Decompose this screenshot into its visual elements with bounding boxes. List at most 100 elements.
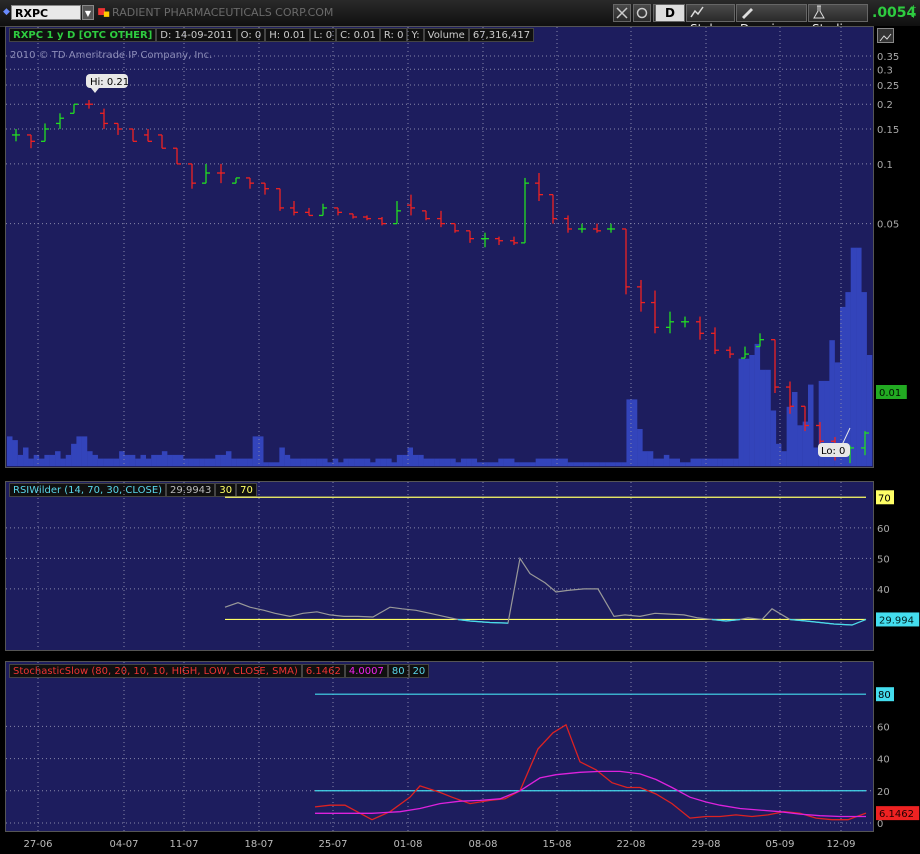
x-tick-label: 27-06 [23, 839, 52, 850]
volume-bar [241, 458, 248, 466]
ohlc-bar [696, 316, 704, 340]
volume-bar [733, 458, 739, 466]
price-last-label-group: 0.01 [876, 385, 907, 399]
volume-bar [76, 436, 82, 466]
volume-bar [135, 458, 141, 466]
volume-bar [444, 458, 451, 466]
volume-bar [642, 451, 648, 466]
volume-bar [850, 247, 857, 466]
ohlc-bar [144, 128, 152, 142]
volume-bar [727, 458, 734, 466]
volume-bar [594, 462, 600, 466]
volume-bar [583, 462, 590, 466]
volume-bar [12, 440, 18, 466]
ohlc-bar [305, 207, 313, 217]
stochastic-d-line [315, 770, 866, 818]
ohlc-bar [726, 346, 734, 359]
volume-bar [322, 458, 328, 466]
ohlc-bar [622, 228, 630, 295]
ohlc-bar [495, 236, 503, 246]
ohlc-bar [741, 346, 749, 359]
ohlc-bar [451, 222, 459, 233]
hi-annotation: Hi: 0.21 [90, 77, 129, 88]
volume-bar [380, 458, 387, 466]
x-tick-label: 29-08 [691, 839, 720, 850]
x-tick-label: 04-07 [109, 839, 138, 850]
volume-bar [589, 462, 595, 466]
volume-bar [866, 355, 873, 466]
volume-bar [231, 458, 237, 466]
x-tick-label: 11-07 [169, 839, 198, 850]
volume-bar [450, 458, 456, 466]
volume-bar [706, 458, 713, 466]
volume-bar [92, 454, 98, 466]
stochastic-last-label-group: 6.1462 [876, 806, 920, 821]
ohlc-bar [114, 122, 122, 135]
volume-bar [599, 462, 606, 466]
ohlc-bar [129, 128, 137, 142]
volume-bar [274, 462, 280, 466]
volume-bar [300, 458, 307, 466]
volume-bar [402, 454, 408, 466]
volume-bar [279, 447, 285, 466]
volume-bar [455, 462, 462, 466]
ohlc-bar [422, 210, 430, 221]
volume-bar [359, 458, 365, 466]
ohlc-bar [637, 279, 645, 312]
volume-bar [263, 462, 269, 466]
volume-bar [391, 462, 397, 466]
volume-bar [498, 458, 504, 466]
volume-bar [439, 458, 446, 466]
volume-bar [743, 358, 750, 466]
stochastic-y-tick-label: 40 [877, 755, 890, 766]
volume-bar [151, 454, 157, 466]
volume-bar [23, 447, 29, 466]
volume-bar [215, 454, 221, 466]
volume-bar [770, 410, 777, 466]
volume-bar [284, 454, 291, 466]
volume-bar [161, 451, 168, 466]
volume-bar [711, 458, 718, 466]
volume-bar [615, 462, 622, 466]
volume-bar [471, 458, 478, 466]
volume-bar [145, 458, 152, 466]
ohlc-bar [246, 177, 254, 189]
volume-bar [55, 451, 61, 466]
volume-bar [679, 462, 686, 466]
rsi-last-label: 29.994 [879, 615, 914, 626]
ohlc-bar [666, 311, 674, 334]
volume-bar [193, 458, 200, 466]
volume-bar [177, 454, 184, 466]
volume-bar [28, 458, 34, 466]
volume-bar [140, 454, 146, 466]
volume-bar [364, 458, 371, 466]
volume-bar [669, 458, 675, 466]
volume-bar [492, 462, 499, 466]
chart-canvas: 27-06 04-07 11-07 18-07 25-07 01-08 08-08 15-08… [6, 27, 920, 850]
x-tick-label: 15-08 [542, 839, 571, 850]
volume-bar [225, 451, 232, 466]
volume-bar [514, 462, 520, 466]
ohlc-bar [771, 339, 779, 394]
volume-bar [418, 454, 424, 466]
volume-bar [209, 458, 216, 466]
volume-bar [647, 451, 654, 466]
volume-bar [482, 462, 488, 466]
volume-bar [546, 458, 552, 466]
volume-bar [653, 458, 659, 466]
volume-bar [685, 462, 691, 466]
rsi-line [224, 556, 867, 626]
stochastic-y-tick-label: 20 [877, 787, 890, 798]
volume-bar [578, 462, 584, 466]
ohlc-bar [378, 217, 386, 226]
volume-bar [236, 458, 243, 466]
lo-annotation: Lo: 0 [821, 446, 845, 457]
volume-bar [332, 458, 339, 466]
volume-bar [428, 458, 435, 466]
x-tick-label: 12-09 [826, 839, 855, 850]
volume-bar [861, 292, 867, 466]
ohlc-bar [521, 177, 529, 244]
ohlc-bar [232, 177, 240, 184]
volume-bar [268, 462, 275, 466]
volume-bar [610, 462, 616, 466]
